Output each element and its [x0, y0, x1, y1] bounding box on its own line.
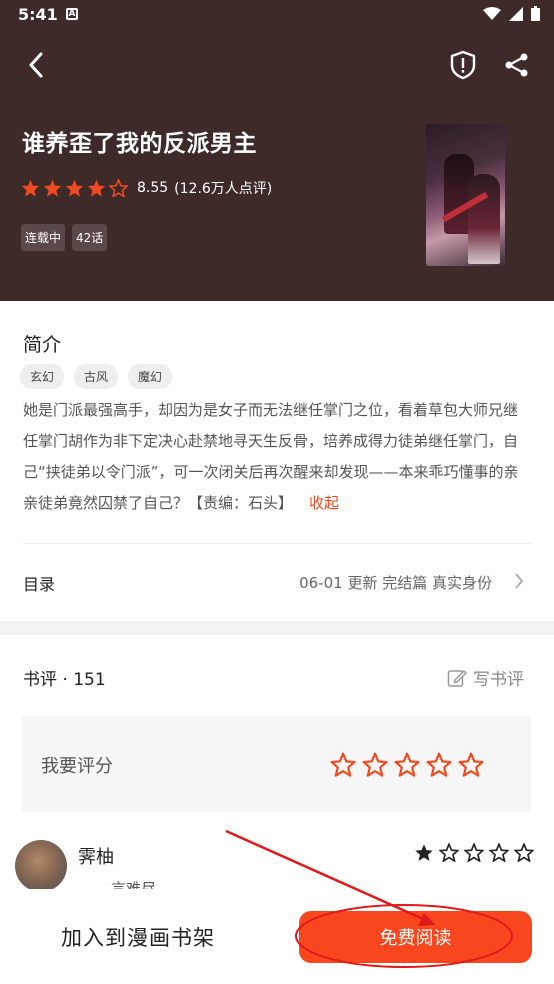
star-outline-icon[interactable] [362, 752, 388, 777]
share-button[interactable] [499, 47, 535, 83]
genre-tag[interactable]: 魔幻 [128, 364, 173, 389]
star-filled-icon [21, 179, 40, 197]
star-outline-icon[interactable] [426, 752, 452, 777]
star-outline-icon[interactable] [330, 752, 356, 777]
star-filled-icon [43, 179, 62, 197]
genre-tags: 玄幻 古风 魔幻 [20, 364, 173, 389]
star-filled-icon [415, 844, 433, 862]
shield-alert-icon [450, 50, 476, 80]
intro-description: 她是门派最强高手，却因为是女子而无法继任掌门之位，看着草包大师兄继任掌门胡作为非… [23, 395, 531, 519]
star-outline-icon [514, 843, 534, 862]
toc-label: 目录 [23, 575, 56, 594]
collapse-link[interactable]: 收起 [309, 494, 339, 512]
intro-title: 简介 [23, 334, 62, 356]
rating-row: 8.55 (12.6万人点评) [21, 178, 272, 198]
star-half-icon [109, 179, 128, 197]
genre-tag[interactable]: 古风 [74, 364, 119, 389]
back-arrow-icon [29, 52, 43, 78]
edit-icon [447, 669, 467, 687]
reviews-title: 书评 · 151 [23, 670, 106, 690]
rate-label: 我要评分 [41, 756, 113, 777]
free-read-button[interactable]: 免费阅读 [299, 911, 532, 963]
star-outline-icon[interactable] [394, 752, 420, 777]
comic-title: 谁养歪了我的反派男主 [22, 131, 257, 157]
wifi-icon [483, 6, 501, 20]
star-outline-icon[interactable] [458, 752, 484, 777]
serial-status-tag: 连载中 [21, 224, 66, 251]
star-outline-icon [464, 843, 484, 862]
star-filled-icon [87, 179, 106, 197]
status-time: 5:41 [18, 5, 58, 24]
rating-stars [21, 179, 128, 197]
status-icons [483, 6, 540, 21]
share-icon [505, 53, 528, 77]
comic-header: 5:41 A 谁养歪了我的反派男主 8.55 (12.6万人点评) 连载中 42… [0, 0, 554, 301]
star-outline-icon [489, 843, 509, 862]
star-filled-icon [65, 179, 84, 197]
toc-latest-update: 06-01 更新 完结篇 真实身份 [299, 574, 492, 592]
cover-image [426, 124, 505, 266]
rate-stars [330, 752, 484, 777]
back-button[interactable] [18, 47, 54, 83]
rating-score: 8.55 [137, 180, 169, 196]
battery-icon [531, 6, 540, 21]
report-button[interactable] [446, 47, 480, 83]
status-tags: 连载中 42话 [21, 224, 108, 251]
signal-icon [509, 6, 523, 21]
reviewer-stars [414, 843, 534, 862]
write-review-label: 写书评 [473, 670, 524, 690]
avatar[interactable] [15, 840, 67, 892]
reviewer-name[interactable]: 霁柚 [78, 843, 114, 869]
star-outline-icon [439, 843, 459, 862]
description-text: 她是门派最强高手，却因为是女子而无法继任掌门之位，看着草包大师兄继任掌门胡作为非… [23, 401, 519, 512]
genre-tag[interactable]: 玄幻 [20, 364, 65, 389]
rating-count: (12.6万人点评) [174, 181, 273, 197]
chevron-right-icon [515, 573, 524, 589]
notification-icon: A [66, 8, 78, 20]
status-bar: 5:41 A [0, 0, 554, 30]
episode-count-tag: 42话 [72, 224, 108, 251]
add-to-shelf-button[interactable]: 加入到漫画书架 [61, 922, 215, 952]
write-review-button[interactable]: 写书评 [447, 665, 524, 690]
